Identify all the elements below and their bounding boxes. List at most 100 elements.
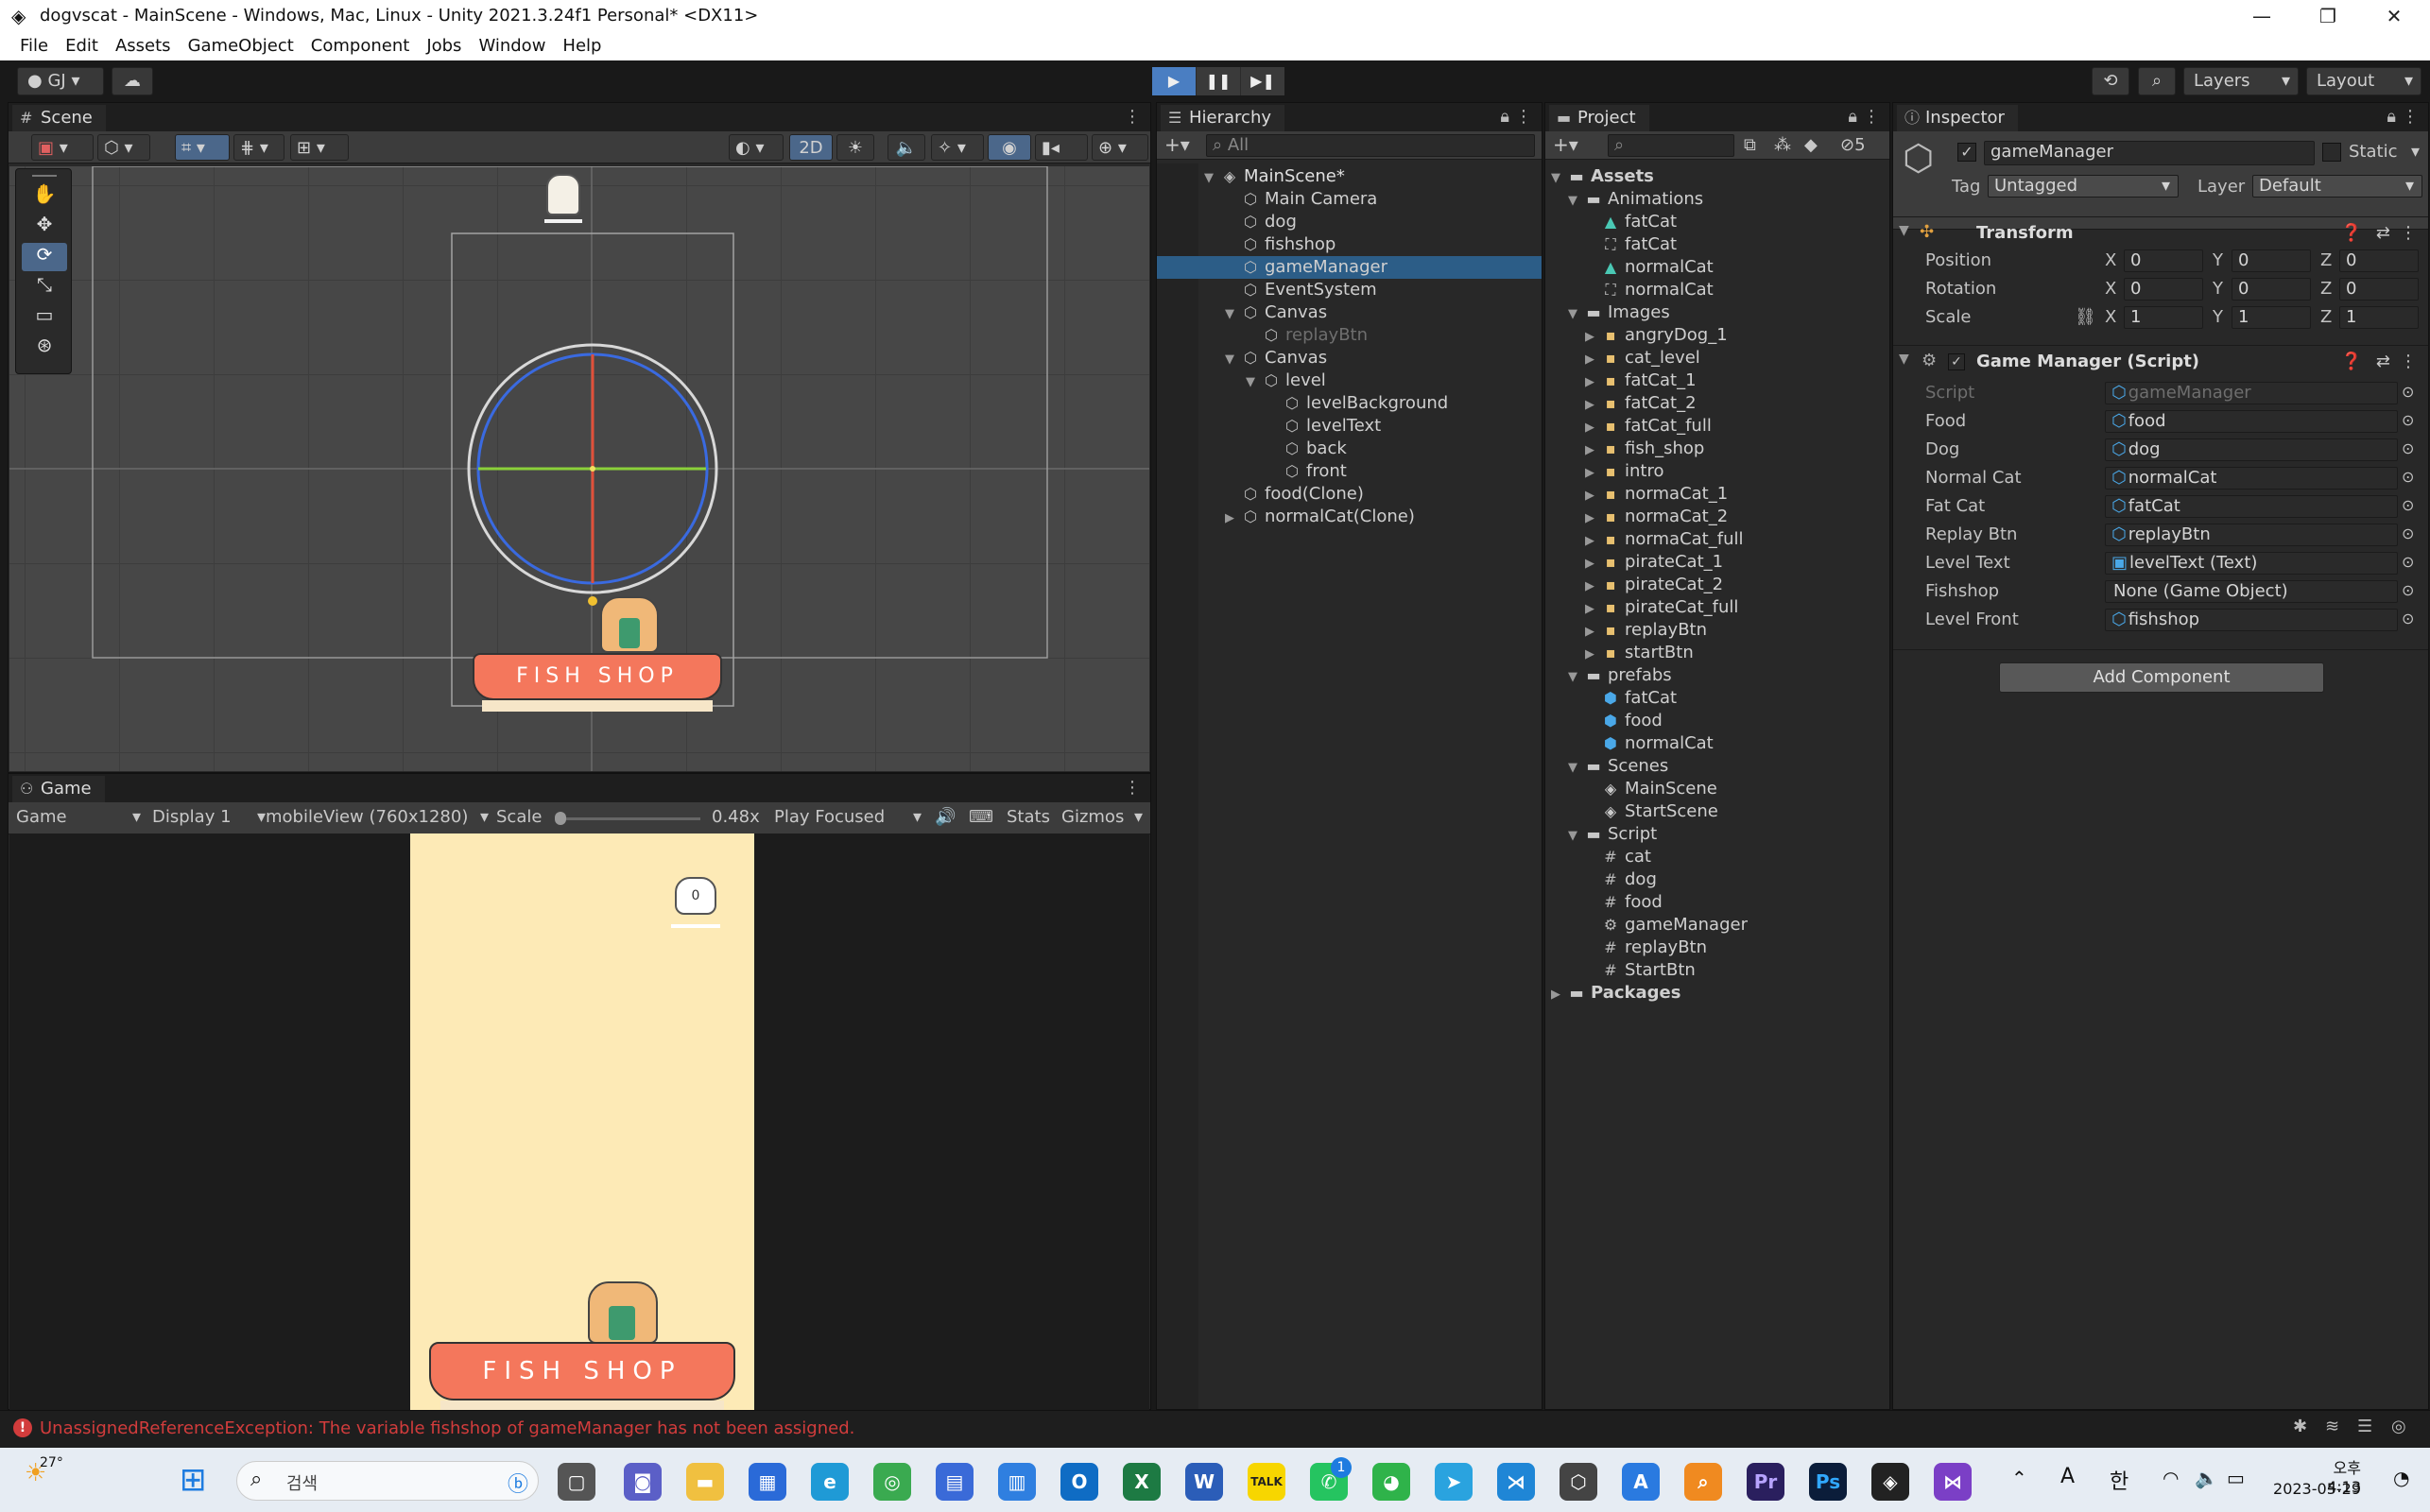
object-picker-icon[interactable]: ⊙	[2402, 383, 2414, 401]
layout-dropdown[interactable]: Layout ▾	[2306, 67, 2421, 95]
foldout-arrow-icon[interactable]: ▶	[1585, 598, 1600, 621]
hierarchy-item[interactable]: ⬡ EventSystem	[1157, 279, 1542, 301]
foldout-arrow-icon[interactable]: ▶	[1585, 507, 1600, 530]
project-item[interactable]: ▶ ▪ fatCat_full	[1545, 415, 1889, 438]
project-item[interactable]: ◈ StartScene	[1545, 800, 1889, 823]
word-icon[interactable]: W	[1185, 1463, 1223, 1501]
transform-tool-icon[interactable]: ⊛	[22, 334, 67, 362]
step-button[interactable]: ▶❚	[1241, 67, 1284, 95]
ruler-dropdown[interactable]: ⊞ ▾	[290, 134, 349, 161]
transform-z-field[interactable]: 0	[2339, 278, 2419, 301]
object-reference-field[interactable]: ⬡ fatCat	[2105, 495, 2398, 518]
object-picker-icon[interactable]: ⊙	[2402, 468, 2414, 486]
help-icon[interactable]: ❓	[2341, 352, 2362, 371]
lock-icon[interactable]: 🔒︎	[1500, 107, 1509, 127]
active-checkbox[interactable]: ✓	[1957, 143, 1976, 162]
move-tool-icon[interactable]: ✥	[22, 213, 67, 241]
project-item[interactable]: ▶ ▪ pirateCat_1	[1545, 551, 1889, 574]
file-explorer-icon[interactable]: ▬	[686, 1463, 724, 1501]
project-item[interactable]: ▼ ▬ Animations	[1545, 188, 1889, 211]
hierarchy-item[interactable]: ⬡ front	[1157, 460, 1542, 483]
foldout-arrow-icon[interactable]: ▶	[1585, 576, 1600, 598]
transform-z-field[interactable]: 1	[2339, 306, 2419, 329]
preset-icon[interactable]: ⇄	[2376, 352, 2390, 371]
project-item[interactable]: ▶ ▪ normaCat_full	[1545, 528, 1889, 551]
tag-dropdown[interactable]: Untagged ▾	[1988, 175, 2179, 198]
rect-tool-icon[interactable]: ▭	[22, 303, 67, 332]
object-reference-field[interactable]: ⬡ replayBtn	[2105, 524, 2398, 546]
layer-dropdown[interactable]: Default ▾	[2252, 175, 2422, 198]
scale-slider-thumb[interactable]	[555, 812, 566, 825]
transform-y-field[interactable]: 1	[2232, 306, 2311, 329]
tab-inspector[interactable]: ⓘ Inspector	[1897, 105, 2018, 131]
foldout-arrow-icon[interactable]: ▼	[1568, 190, 1583, 213]
chat-icon[interactable]: ◙	[624, 1463, 662, 1501]
ime-mode-han[interactable]: 한	[2110, 1465, 2128, 1495]
hierarchy-item[interactable]: ▶ ⬡ normalCat(Clone)	[1157, 506, 1542, 528]
object-picker-icon[interactable]: ⊙	[2402, 496, 2414, 514]
transform-header[interactable]: ▼ ✣ Transform ❓ ⇄ ⋮	[1893, 216, 2428, 249]
pivot-dropdown[interactable]: ⬡ ▾	[97, 134, 150, 161]
clock-date[interactable]: 2023-05-29	[2272, 1480, 2361, 1498]
kebab-menu-icon[interactable]: ⋮	[2400, 223, 2417, 243]
level-cat-sprite[interactable]	[546, 174, 580, 215]
project-item[interactable]: ⛶ fatCat	[1545, 233, 1889, 256]
calculator-icon[interactable]: ▤	[936, 1463, 974, 1501]
project-item[interactable]: ▶ ▪ startBtn	[1545, 642, 1889, 664]
object-reference-field[interactable]: ▣ levelText (Text)	[2105, 552, 2398, 575]
keyboard-icon[interactable]: ⌨	[969, 807, 993, 827]
component-enabled-checkbox[interactable]: ✓	[1948, 353, 1965, 370]
foldout-arrow-icon[interactable]: ▼	[1225, 349, 1240, 371]
menu-edit[interactable]: Edit	[57, 33, 107, 56]
project-item[interactable]: ▶ ▪ pirateCat_full	[1545, 596, 1889, 619]
project-item[interactable]: # dog	[1545, 868, 1889, 891]
object-reference-field[interactable]: ⬡ fishshop	[2105, 609, 2398, 631]
object-reference-field[interactable]: None (Game Object)	[2105, 580, 2398, 603]
notepad-icon[interactable]: ▥	[998, 1463, 1036, 1501]
increment-snap[interactable]: ⋕ ▾	[233, 134, 284, 161]
foldout-arrow-icon[interactable]: ▼	[1225, 303, 1240, 326]
project-item[interactable]: ▲ normalCat	[1545, 256, 1889, 279]
foldout-arrow-icon[interactable]: ▶	[1585, 621, 1600, 644]
hierarchy-item[interactable]: ⬡ gameManager	[1157, 256, 1542, 279]
transform-y-field[interactable]: 0	[2232, 278, 2311, 301]
minimize-icon[interactable]: —	[2229, 2, 2295, 30]
display-dropdown[interactable]: Display 1 ▾	[152, 807, 266, 827]
foldout-arrow-icon[interactable]: ▶	[1551, 984, 1566, 1006]
foldout-arrow-icon[interactable]: ▼	[1568, 757, 1583, 780]
magnifier-icon[interactable]: ⌕	[1684, 1463, 1722, 1501]
foldout-arrow-icon[interactable]: ▼	[1899, 352, 1909, 367]
scene-view[interactable]: ✋ ✥ ⟳ ⤡ ▭ ⊛ FISH SHOP	[9, 166, 1149, 771]
transform-x-field[interactable]: 1	[2124, 306, 2203, 329]
help-icon[interactable]: ❓	[2341, 223, 2362, 243]
tab-game[interactable]: ⚇ Game	[12, 776, 105, 802]
foldout-arrow-icon[interactable]: ▶	[1585, 349, 1600, 371]
hierarchy-item[interactable]: ⬡ Main Camera	[1157, 188, 1542, 211]
scale-slider-track[interactable]	[559, 817, 700, 820]
project-item[interactable]: ▶ ▪ intro	[1545, 460, 1889, 483]
project-item[interactable]: ▶ ▪ angryDog_1	[1545, 324, 1889, 347]
project-item[interactable]: ▼ ▬ Assets	[1545, 165, 1889, 188]
tray-chevron-up-icon[interactable]: ⌃	[2011, 1467, 2027, 1489]
project-item[interactable]: ▼ ▬ Script	[1545, 823, 1889, 846]
cloud-button[interactable]: ☁	[112, 67, 153, 95]
constrain-proportions-icon[interactable]: ⛓	[2075, 307, 2096, 327]
lock-icon[interactable]: 🔒︎	[1848, 107, 1857, 127]
search-button[interactable]: ⌕	[2138, 67, 2176, 95]
add-component-button[interactable]: Add Component	[1999, 662, 2324, 693]
wechat-icon[interactable]: ◕	[1372, 1463, 1410, 1501]
vscode-icon[interactable]: ⋊	[1497, 1463, 1535, 1501]
project-item[interactable]: ▶ ▪ fatCat_2	[1545, 392, 1889, 415]
game-screen[interactable]: 0 FISH SHOP	[410, 833, 754, 1410]
menu-assets[interactable]: Assets	[107, 33, 180, 56]
project-item[interactable]: # food	[1545, 891, 1889, 914]
project-item[interactable]: ▶ ▪ replayBtn	[1545, 619, 1889, 642]
premiere-icon[interactable]: Pr	[1747, 1463, 1784, 1501]
taskbar-search[interactable]: ⌕ 검색 ⓑ	[236, 1461, 539, 1501]
telegram-icon[interactable]: ➤	[1435, 1463, 1473, 1501]
mute-audio-icon[interactable]: 🔊	[935, 807, 956, 827]
static-checkbox[interactable]	[2322, 143, 2341, 162]
console-error-message[interactable]: UnassignedReferenceException: The variab…	[40, 1418, 854, 1438]
photoshop-icon[interactable]: Ps	[1809, 1463, 1847, 1501]
unity-hub-icon[interactable]: ⬡	[1560, 1463, 1597, 1501]
